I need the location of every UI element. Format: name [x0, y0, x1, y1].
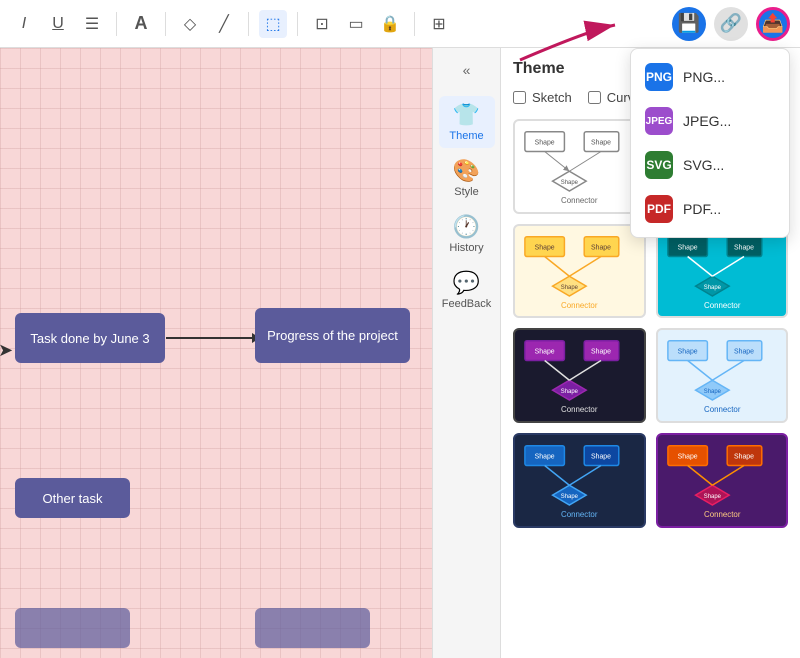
pdf-icon: PDF: [645, 195, 673, 223]
theme-card-default[interactable]: Shape Shape Shape Connector: [513, 119, 646, 214]
crop-icon[interactable]: ⊡: [308, 10, 336, 38]
export-pdf-label: PDF...: [683, 201, 721, 217]
export-jpeg[interactable]: JPEG JPEG...: [631, 99, 789, 143]
svg-text:Shape: Shape: [591, 244, 611, 251]
sketch-label: Sketch: [532, 90, 572, 105]
separator-4: [297, 12, 298, 36]
svg-text:Connector: Connector: [561, 405, 598, 414]
export-button[interactable]: 📤: [756, 7, 790, 41]
png-icon: PNG: [645, 63, 673, 91]
svg-text:Shape: Shape: [535, 349, 555, 356]
svg-text:Shape: Shape: [591, 349, 611, 356]
theme-card-dark[interactable]: Shape Shape Shape Connector: [513, 328, 646, 423]
svg-text:Shape: Shape: [677, 349, 697, 356]
separator-3: [248, 12, 249, 36]
export-png[interactable]: PNG PNG...: [631, 55, 789, 99]
style-icon: 🎨: [453, 158, 480, 184]
export-dropdown: PNG PNG... JPEG JPEG... SVG SVG... PDF P…: [630, 48, 790, 238]
style-label: Style: [454, 186, 478, 198]
shape-other-task[interactable]: Other task: [15, 478, 130, 518]
history-label: History: [449, 242, 483, 254]
export-svg-label: SVG...: [683, 157, 724, 173]
export-pdf[interactable]: PDF PDF...: [631, 187, 789, 231]
canvas-area[interactable]: ➤ Task done by June 3 Progress of the pr…: [0, 48, 432, 658]
history-icon: 🕐: [453, 214, 480, 240]
sidebar-item-feedback[interactable]: 💬 FeedBack: [439, 264, 495, 316]
svg-text:Shape: Shape: [703, 389, 721, 395]
curved-input[interactable]: [588, 91, 601, 104]
svg-text:Shape: Shape: [734, 453, 754, 460]
svg-text:Shape: Shape: [677, 453, 697, 460]
export-png-label: PNG...: [683, 69, 725, 85]
svg-text:Connector: Connector: [704, 301, 741, 310]
svg-text:Shape: Shape: [591, 140, 611, 147]
svg-text:Shape: Shape: [535, 140, 555, 147]
svg-text:Shape: Shape: [591, 453, 611, 460]
italic-icon[interactable]: I: [10, 10, 38, 38]
pen-icon[interactable]: ╱: [210, 10, 238, 38]
svg-text:Shape: Shape: [677, 244, 697, 251]
sidebar-item-style[interactable]: 🎨 Style: [439, 152, 495, 204]
sidebar-item-history[interactable]: 🕐 History: [439, 208, 495, 260]
underline-icon[interactable]: U: [44, 10, 72, 38]
svg-text:Shape: Shape: [561, 494, 579, 500]
jpeg-icon: JPEG: [645, 107, 673, 135]
separator-5: [414, 12, 415, 36]
svg-text:Shape: Shape: [535, 244, 555, 251]
theme-card-lightblue[interactable]: Shape Shape Shape Connector: [656, 328, 789, 423]
theme-icon: 👕: [453, 102, 480, 128]
svg-text:Shape: Shape: [734, 244, 754, 251]
svg-text:Shape: Shape: [703, 494, 721, 500]
svg-text:Connector: Connector: [561, 196, 598, 205]
theme-card-navy[interactable]: Shape Shape Shape Connector: [513, 433, 646, 528]
frame-icon[interactable]: ▭: [342, 10, 370, 38]
shape-bottom-left[interactable]: [15, 608, 130, 648]
svg-text:Connector: Connector: [561, 510, 598, 519]
toolbar: I U ☰ A ◇ ╱ ⬚ ⊡ ▭ 🔒 ⊞ 💾 🔗 📤: [0, 0, 800, 48]
text-style-icon[interactable]: A: [127, 10, 155, 38]
left-arrow-indicator: ➤: [0, 340, 13, 361]
shape-bottom-right[interactable]: [255, 608, 370, 648]
svg-text:Connector: Connector: [561, 301, 598, 310]
theme-card-purple[interactable]: Shape Shape Shape Connector: [656, 433, 789, 528]
grid-icon[interactable]: ⊞: [425, 10, 453, 38]
svg-text:Connector: Connector: [704, 510, 741, 519]
svg-text:Shape: Shape: [561, 389, 579, 395]
svg-text:Shape: Shape: [734, 349, 754, 356]
separator-2: [165, 12, 166, 36]
list-icon[interactable]: ☰: [78, 10, 106, 38]
export-jpeg-label: JPEG...: [683, 113, 731, 129]
separator-1: [116, 12, 117, 36]
sidebar-item-theme[interactable]: 👕 Theme: [439, 96, 495, 148]
shape-progress-project[interactable]: Progress of the project: [255, 308, 410, 363]
theme-card-yellow[interactable]: Shape Shape Shape Connector: [513, 224, 646, 319]
export-svg[interactable]: SVG SVG...: [631, 143, 789, 187]
sketch-input[interactable]: [513, 91, 526, 104]
svg-icon: SVG: [645, 151, 673, 179]
lock-icon[interactable]: 🔒: [376, 10, 404, 38]
sketch-checkbox[interactable]: Sketch: [513, 90, 572, 105]
toolbar-right: 💾 🔗 📤: [672, 7, 790, 41]
svg-text:Shape: Shape: [703, 285, 721, 291]
feedback-label: FeedBack: [442, 298, 492, 310]
share-button[interactable]: 🔗: [714, 7, 748, 41]
select-box-icon[interactable]: ⬚: [259, 10, 287, 38]
feedback-icon: 💬: [453, 270, 480, 296]
collapse-button[interactable]: «: [449, 56, 485, 84]
svg-text:Shape: Shape: [561, 285, 579, 291]
fill-icon[interactable]: ◇: [176, 10, 204, 38]
shape-task-june3[interactable]: Task done by June 3: [15, 313, 165, 363]
theme-label: Theme: [449, 130, 483, 142]
arrow-connector: [166, 337, 254, 339]
save-button[interactable]: 💾: [672, 7, 706, 41]
icon-sidebar: « 👕 Theme 🎨 Style 🕐 History 💬 FeedBack: [432, 48, 500, 658]
svg-text:Shape: Shape: [561, 180, 579, 186]
svg-text:Shape: Shape: [535, 453, 555, 460]
svg-text:Connector: Connector: [704, 405, 741, 414]
